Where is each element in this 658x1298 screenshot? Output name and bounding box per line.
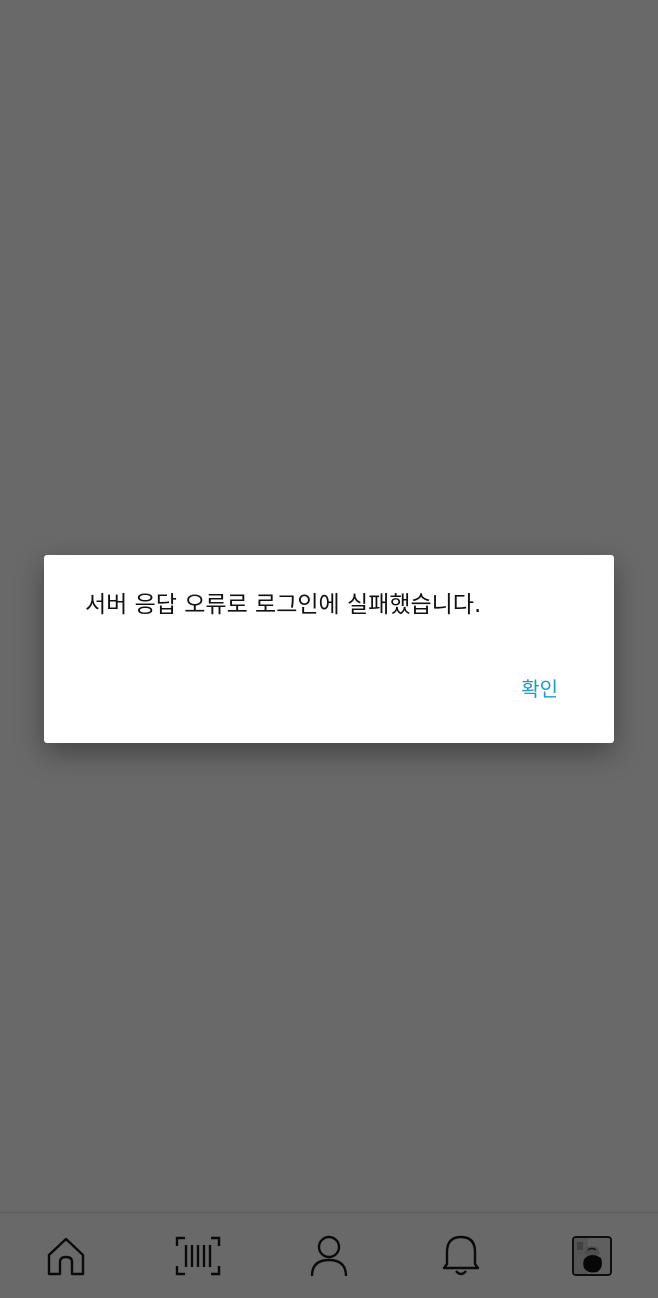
app-screen: 서버 응답 오류로 로그인에 실패했습니다. 확인 (0, 0, 658, 1298)
dialog-message: 서버 응답 오류로 로그인에 실패했습니다. (85, 592, 482, 618)
error-dialog: 서버 응답 오류로 로그인에 실패했습니다. 확인 (44, 555, 614, 743)
confirm-button[interactable]: 확인 (501, 671, 578, 707)
